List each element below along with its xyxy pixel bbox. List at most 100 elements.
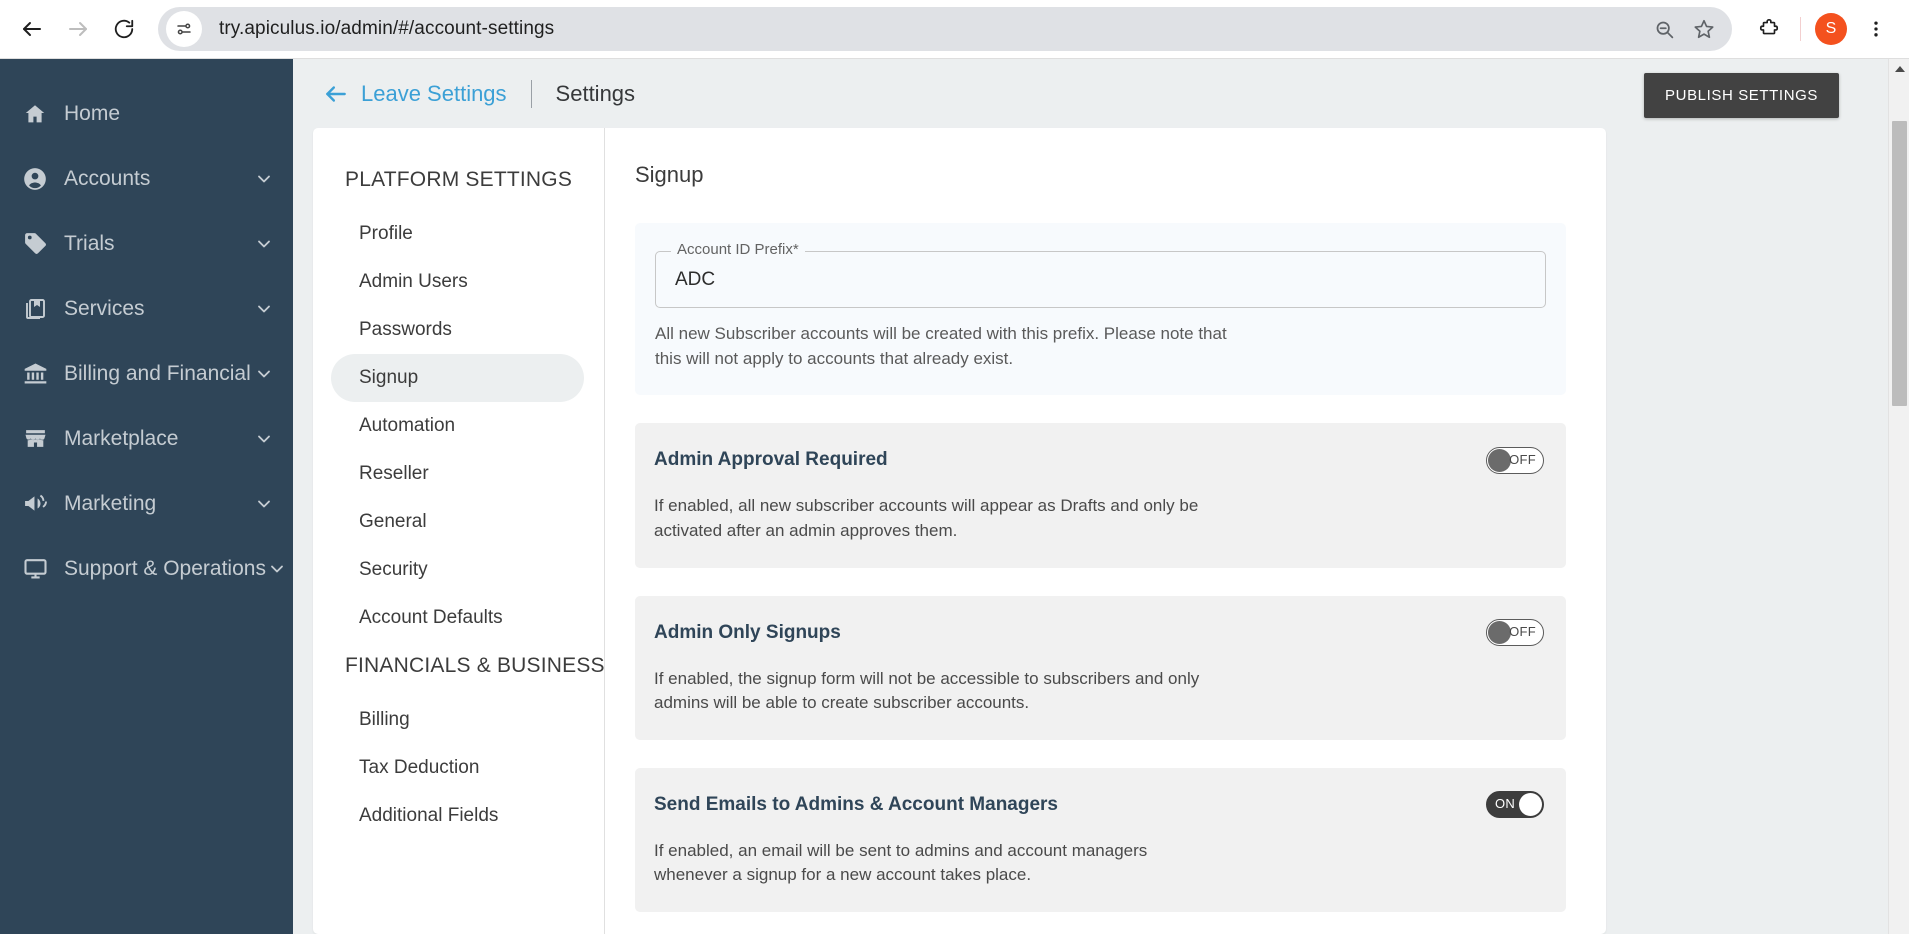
settings-nav-item-reseller[interactable]: Reseller: [331, 450, 584, 498]
scrollbar-thumb[interactable]: [1892, 121, 1907, 406]
settings-nav-item-tax-deduction[interactable]: Tax Deduction: [331, 744, 584, 792]
megaphone-icon: [20, 489, 50, 519]
setting-title: Admin Approval Required: [654, 449, 888, 471]
zoom-out-icon[interactable]: [1646, 11, 1682, 47]
app-root: Home Accounts Trials Services Billing an…: [0, 59, 1909, 934]
toggle-state-label: OFF: [1509, 451, 1536, 467]
tag-icon: [20, 229, 50, 259]
settings-nav-item-account-defaults[interactable]: Account Defaults: [331, 594, 584, 642]
publish-settings-button[interactable]: PUBLISH SETTINGS: [1644, 73, 1839, 118]
setting-card-admin-only-signups: Admin Only Signups OFF If enabled, the s…: [635, 595, 1566, 740]
sidebar-item-label: Accounts: [64, 166, 151, 190]
bank-icon: [20, 359, 50, 389]
page-title: Settings: [555, 80, 636, 106]
setting-description: If enabled, the signup form will not be …: [654, 668, 1200, 713]
sidebar-item-label: Home: [64, 101, 121, 125]
settings-nav-item-general[interactable]: General: [331, 498, 584, 546]
sidebar-item-billing-and-financial[interactable]: Billing and Financial: [0, 341, 293, 406]
toggle-header: Admin Approval Required OFF: [654, 445, 1544, 475]
avatar[interactable]: S: [1815, 13, 1847, 45]
url-text[interactable]: try.apiculus.io/admin/#/account-settings: [202, 18, 1646, 40]
star-icon[interactable]: [1686, 11, 1722, 47]
toggle-knob: [1519, 793, 1542, 817]
content-heading: Signup: [635, 162, 704, 187]
setting-title: Admin Only Signups: [654, 621, 841, 643]
chevron-down-icon[interactable]: [253, 168, 275, 190]
settings-card: PLATFORM SETTINGS Profile Admin Users Pa…: [313, 128, 1606, 934]
toggle-state-label: OFF: [1509, 624, 1536, 640]
toggle-header: Send Emails to Admins & Account Managers…: [654, 790, 1544, 820]
toggle-state-label: ON: [1495, 796, 1516, 812]
arrow-left-icon[interactable]: [323, 81, 349, 107]
settings-content: Signup Account ID Prefix* All new Subscr…: [605, 128, 1606, 934]
monitor-icon: [20, 554, 50, 584]
chevron-down-icon[interactable]: [253, 233, 275, 255]
settings-nav: PLATFORM SETTINGS Profile Admin Users Pa…: [313, 128, 605, 934]
account-id-prefix-hint: All new Subscriber accounts will be crea…: [655, 324, 1227, 368]
browser-back-button[interactable]: [12, 9, 52, 49]
admin-only-signups-toggle[interactable]: OFF: [1486, 619, 1544, 647]
browser-reload-button[interactable]: [104, 9, 144, 49]
account-circle-icon: [20, 164, 50, 194]
browser-toolbar: try.apiculus.io/admin/#/account-settings…: [0, 0, 1909, 59]
sidebar-item-label: Support & Operations: [64, 556, 266, 580]
chevron-down-icon[interactable]: [253, 298, 275, 320]
sidebar-item-label: Trials: [64, 231, 115, 255]
services-icon: [20, 294, 50, 324]
settings-nav-item-signup[interactable]: Signup: [331, 354, 584, 402]
settings-nav-item-billing[interactable]: Billing: [331, 696, 584, 744]
sidebar-item-home[interactable]: Home: [0, 81, 293, 146]
toolbar-divider: [1800, 17, 1801, 41]
sidebar-item-accounts[interactable]: Accounts: [0, 146, 293, 211]
settings-nav-item-passwords[interactable]: Passwords: [331, 306, 584, 354]
topbar-divider: [530, 79, 532, 108]
leave-settings-link[interactable]: Leave Settings: [361, 81, 507, 107]
sidebar-item-label: Marketing: [64, 491, 157, 515]
chevron-down-icon[interactable]: [253, 428, 275, 450]
site-settings-icon[interactable]: [166, 11, 202, 47]
chevron-down-icon[interactable]: [253, 363, 275, 385]
primary-sidebar: Home Accounts Trials Services Billing an…: [0, 59, 293, 934]
scroll-up-arrow-icon[interactable]: [1889, 59, 1909, 79]
settings-nav-item-security[interactable]: Security: [331, 546, 584, 594]
account-id-prefix-field[interactable]: Account ID Prefix*: [655, 241, 1546, 308]
browser-toolbar-right: S: [1746, 9, 1909, 49]
page-scrollbar[interactable]: [1888, 59, 1909, 934]
settings-group-title: FINANCIALS & BUSINESS: [345, 654, 605, 677]
extensions-puzzle-icon[interactable]: [1749, 9, 1789, 49]
settings-nav-item-automation[interactable]: Automation: [331, 402, 584, 450]
sidebar-item-label: Billing and Financial: [64, 361, 251, 385]
sidebar-item-label: Marketplace: [64, 426, 179, 450]
toggle-header: Admin Only Signups OFF: [654, 618, 1544, 648]
send-emails-to-admins-toggle[interactable]: ON: [1486, 791, 1544, 819]
sidebar-item-trials[interactable]: Trials: [0, 211, 293, 276]
store-icon: [20, 424, 50, 454]
account-id-prefix-input[interactable]: [656, 268, 1545, 291]
chevron-down-icon[interactable]: [253, 493, 275, 515]
sidebar-item-marketing[interactable]: Marketing: [0, 471, 293, 536]
account-id-prefix-label: Account ID Prefix*: [671, 241, 805, 258]
toggle-knob: [1488, 621, 1511, 645]
settings-nav-item-profile[interactable]: Profile: [331, 210, 584, 258]
setting-card-send-emails-to-admins: Send Emails to Admins & Account Managers…: [635, 767, 1566, 913]
account-id-prefix-panel: Account ID Prefix* All new Subscriber ac…: [635, 223, 1566, 396]
sidebar-item-services[interactable]: Services: [0, 276, 293, 341]
setting-description: If enabled, an email will be sent to adm…: [654, 840, 1148, 885]
settings-nav-item-admin-users[interactable]: Admin Users: [331, 258, 584, 306]
toggle-knob: [1488, 448, 1511, 472]
omnibox[interactable]: try.apiculus.io/admin/#/account-settings: [158, 7, 1732, 51]
setting-title: Send Emails to Admins & Account Managers: [654, 793, 1059, 815]
three-dot-menu-icon[interactable]: [1856, 9, 1896, 49]
settings-topbar: Leave Settings Settings PUBLISH SETTINGS: [293, 59, 1909, 128]
settings-group-title: PLATFORM SETTINGS: [345, 168, 573, 191]
setting-description: If enabled, all new subscriber accounts …: [654, 496, 1199, 540]
main-area: Leave Settings Settings PUBLISH SETTINGS…: [293, 59, 1909, 934]
chevron-down-icon[interactable]: [266, 558, 288, 580]
sidebar-item-support-and-operations[interactable]: Support & Operations: [0, 536, 293, 601]
sidebar-item-label: Services: [64, 296, 145, 320]
sidebar-item-marketplace[interactable]: Marketplace: [0, 406, 293, 471]
settings-nav-item-additional-fields[interactable]: Additional Fields: [331, 792, 584, 840]
browser-forward-button[interactable]: [58, 9, 98, 49]
admin-approval-required-toggle[interactable]: OFF: [1486, 446, 1544, 474]
setting-card-admin-approval-required: Admin Approval Required OFF If enabled, …: [635, 423, 1566, 568]
